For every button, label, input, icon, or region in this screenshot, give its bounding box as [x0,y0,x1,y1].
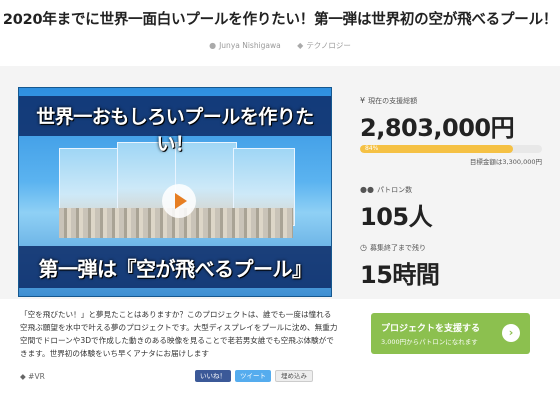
author-name: Junya Nishigawa [219,41,281,50]
category-link[interactable]: ◆ テクノロジー [297,41,351,50]
social-buttons: いいね！ ツイート 埋め込み [195,370,313,382]
page-title: 2020年までに世界一面白いプールを作りたい！第一弾は世界初の空が飛べるプール！ [2,12,558,28]
project-tag[interactable]: ◆ #VR [20,372,45,381]
remaining-value: 15時間 [360,261,440,289]
support-button-label: プロジェクトを支援する [381,324,481,334]
goal-text: 目標金額は3,300,000円 [469,158,542,166]
users-icon: ●● [360,185,374,194]
project-meta: ● Junya Nishigawa ◆ テクノロジー [0,40,560,51]
backers-label: パトロン数 [376,186,413,194]
progress-fill: 84% [360,145,513,153]
tag-icon: ◆ [20,372,29,381]
raised-value: 2,803,000円 [360,114,515,142]
play-icon[interactable] [162,184,196,218]
raised-label: 現在の支援総額 [368,97,418,105]
yen-icon: ¥ [360,96,366,105]
support-button-sublabel: 3,000円からパトロンになれます [381,338,478,346]
tag-label: #VR [28,372,45,381]
category-name: テクノロジー [306,41,351,50]
raised-block: ¥ 現在の支援総額 2,803,000円 84% 目標金額は3,300,000円 [360,96,542,166]
like-button[interactable]: いいね！ [195,370,231,382]
backers-block: ●● パトロン数 105人 [360,185,542,232]
tag-icon: ◆ [297,41,304,50]
author-link[interactable]: ● Junya Nishigawa [209,41,281,50]
remaining-block: ◷ 募集終了まで残り 15時間 [360,243,542,290]
user-icon: ● [209,41,217,50]
chevron-right-icon: › [502,324,520,342]
progress-bar: 84% [360,145,542,153]
remaining-label: 募集終了まで残り [369,244,426,252]
project-video[interactable]: 世界一おもしろいプールを作りたい！ 第一弾は『空が飛べるプール』 [18,87,332,297]
backers-value: 105人 [360,203,433,231]
embed-button[interactable]: 埋め込み [275,370,313,382]
video-headline-top: 世界一おもしろいプールを作りたい！ [36,106,314,155]
support-project-button[interactable]: プロジェクトを支援する 3,000円からパトロンになれます › [371,313,530,354]
tweet-button[interactable]: ツイート [235,370,271,382]
progress-label: 84% [365,145,379,152]
project-description: 「空を飛びたい！」と夢見たことはありますか？このプロジェクトは、誰でも一度は憧れ… [20,310,338,358]
clock-icon: ◷ [360,243,367,252]
video-headline-bottom: 第一弾は『空が飛べるプール』 [38,257,313,281]
